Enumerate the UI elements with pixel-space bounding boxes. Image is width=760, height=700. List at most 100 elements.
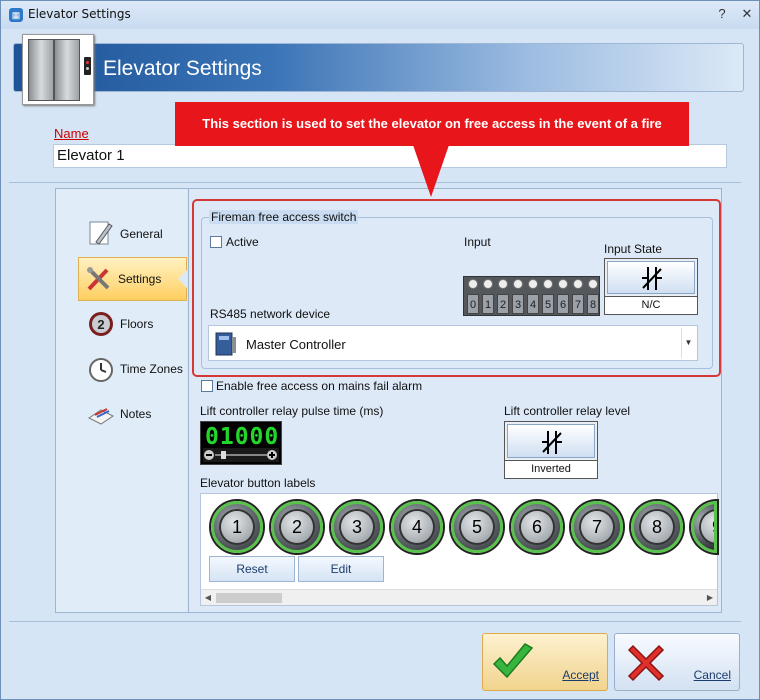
dip-indicator	[528, 279, 538, 289]
scroll-thumb[interactable]	[216, 593, 282, 603]
dip-number: 6	[557, 294, 569, 314]
dip-indicator	[573, 279, 583, 289]
floor-button-4[interactable]: 4	[391, 501, 443, 553]
rs485-device-select[interactable]: Master Controller ▼	[208, 325, 698, 361]
divider	[9, 182, 741, 183]
dip-number: 3	[512, 294, 524, 314]
close-button[interactable]: ✕	[737, 5, 757, 23]
header-title: Elevator Settings	[103, 57, 262, 80]
fireman-group-title: Fireman free access switch	[209, 210, 359, 224]
slider-icons	[204, 450, 277, 460]
clock-icon	[89, 358, 113, 382]
dip-switch-8[interactable]: 8	[587, 279, 599, 315]
dip-indicator	[498, 279, 508, 289]
mains-fail-label: Enable free access on mains fail alarm	[216, 379, 423, 393]
footer-divider	[9, 621, 741, 622]
dip-indicator	[543, 279, 553, 289]
pulse-time-display[interactable]: 01000	[200, 421, 282, 465]
normally-closed-contact-icon	[542, 431, 562, 454]
scroll-right-icon[interactable]: ▶	[703, 590, 717, 606]
chevron-down-icon[interactable]: ▼	[681, 328, 695, 358]
nav-item-general[interactable]: General	[81, 213, 189, 255]
dip-switch-3[interactable]: 3	[512, 279, 524, 315]
dip-switch-4[interactable]: 4	[527, 279, 539, 315]
name-input[interactable]: Elevator 1	[53, 144, 727, 168]
annotation-callout: This section is used to set the elevator…	[175, 102, 689, 146]
input-dip-switch[interactable]: 012345678	[463, 276, 600, 316]
rs485-device-value: Master Controller	[246, 337, 346, 352]
floor-button-5[interactable]: 5	[451, 501, 503, 553]
nav-item-time-zones[interactable]: Time Zones	[81, 348, 189, 390]
dip-switch-7[interactable]: 7	[572, 279, 584, 315]
dip-indicator	[588, 279, 598, 289]
dip-number: 0	[467, 294, 479, 314]
floor-button-label: 1	[221, 511, 253, 543]
help-button[interactable]: ?	[712, 5, 732, 23]
floor-button-label: 4	[401, 511, 433, 543]
dip-switch-2[interactable]: 2	[497, 279, 509, 315]
pulse-time-slider[interactable]	[203, 448, 279, 462]
dip-indicator	[468, 279, 478, 289]
selected-indicator	[178, 270, 187, 288]
notes-icon	[88, 408, 114, 425]
floor-button-2[interactable]: 2	[271, 501, 323, 553]
floor-button-6[interactable]: 6	[511, 501, 563, 553]
floor-number-icon: 2	[89, 312, 113, 336]
title-bar[interactable]: ▦ Elevator Settings ? ✕	[1, 1, 759, 29]
horizontal-scrollbar[interactable]: ◀ ▶	[201, 589, 717, 605]
cancel-button[interactable]: Cancel	[614, 633, 740, 691]
rs485-label: RS485 network device	[210, 307, 331, 321]
nav-item-notes[interactable]: Notes	[81, 393, 189, 435]
nav-label: Settings	[118, 272, 162, 286]
relay-level-toggle[interactable]: Inverted	[504, 421, 598, 479]
floor-button-label: 9	[701, 511, 714, 543]
button-labels-title: Elevator button labels	[200, 476, 316, 490]
relay-level-label: Lift controller relay level	[504, 404, 631, 418]
dip-indicator	[558, 279, 568, 289]
nav-item-floors[interactable]: 2 Floors	[81, 303, 189, 345]
floor-button-label: 2	[281, 511, 313, 543]
active-checkbox[interactable]	[210, 236, 222, 248]
elevator-icon	[22, 34, 94, 105]
cancel-label: Cancel	[693, 668, 731, 682]
accept-button[interactable]: Accept	[482, 633, 608, 691]
floor-button-label: 5	[461, 511, 493, 543]
pulse-time-value: 01000	[205, 424, 280, 450]
dip-switch-0[interactable]: 0	[467, 279, 479, 315]
app-icon: ▦	[9, 8, 23, 22]
input-label: Input	[464, 235, 491, 249]
floor-button-3[interactable]: 3	[331, 501, 383, 553]
reset-button[interactable]: Reset	[209, 556, 295, 582]
floor-button-label: 3	[341, 511, 373, 543]
edit-button[interactable]: Edit	[298, 556, 384, 582]
floor-button-label: 6	[521, 511, 553, 543]
elevator-settings-window: ▦ Elevator Settings ? ✕ Elevator Setting…	[0, 0, 760, 700]
pencil-icon	[89, 221, 113, 245]
input-state-toggle[interactable]: N/C	[604, 258, 698, 315]
elevator-door-left	[28, 39, 54, 101]
dip-switch-6[interactable]: 6	[557, 279, 569, 315]
dip-indicator	[483, 279, 493, 289]
input-state-value: N/C	[605, 296, 697, 314]
normally-closed-contact-icon	[642, 267, 662, 290]
scroll-left-icon[interactable]: ◀	[201, 590, 215, 606]
input-state-button[interactable]	[607, 261, 695, 294]
pulse-time-label: Lift controller relay pulse time (ms)	[200, 404, 384, 418]
nav-label: Time Zones	[120, 362, 183, 376]
nav-item-settings[interactable]: Settings	[78, 257, 187, 301]
nav-label: General	[120, 227, 163, 241]
dip-switch-5[interactable]: 5	[542, 279, 554, 315]
nav-label: Notes	[120, 407, 152, 421]
annotation-callout-pointer	[413, 145, 449, 197]
floor-button-1[interactable]: 1	[211, 501, 263, 553]
mains-fail-checkbox[interactable]	[201, 380, 213, 392]
name-label: Name	[54, 126, 89, 141]
floor-button-7[interactable]: 7	[571, 501, 623, 553]
dip-number: 7	[572, 294, 584, 314]
dip-number: 1	[482, 294, 494, 314]
dip-indicator	[513, 279, 523, 289]
floor-button-8[interactable]: 8	[631, 501, 683, 553]
relay-level-button[interactable]	[507, 424, 595, 458]
dip-switch-1[interactable]: 1	[482, 279, 494, 315]
cancel-x-icon	[627, 644, 665, 682]
